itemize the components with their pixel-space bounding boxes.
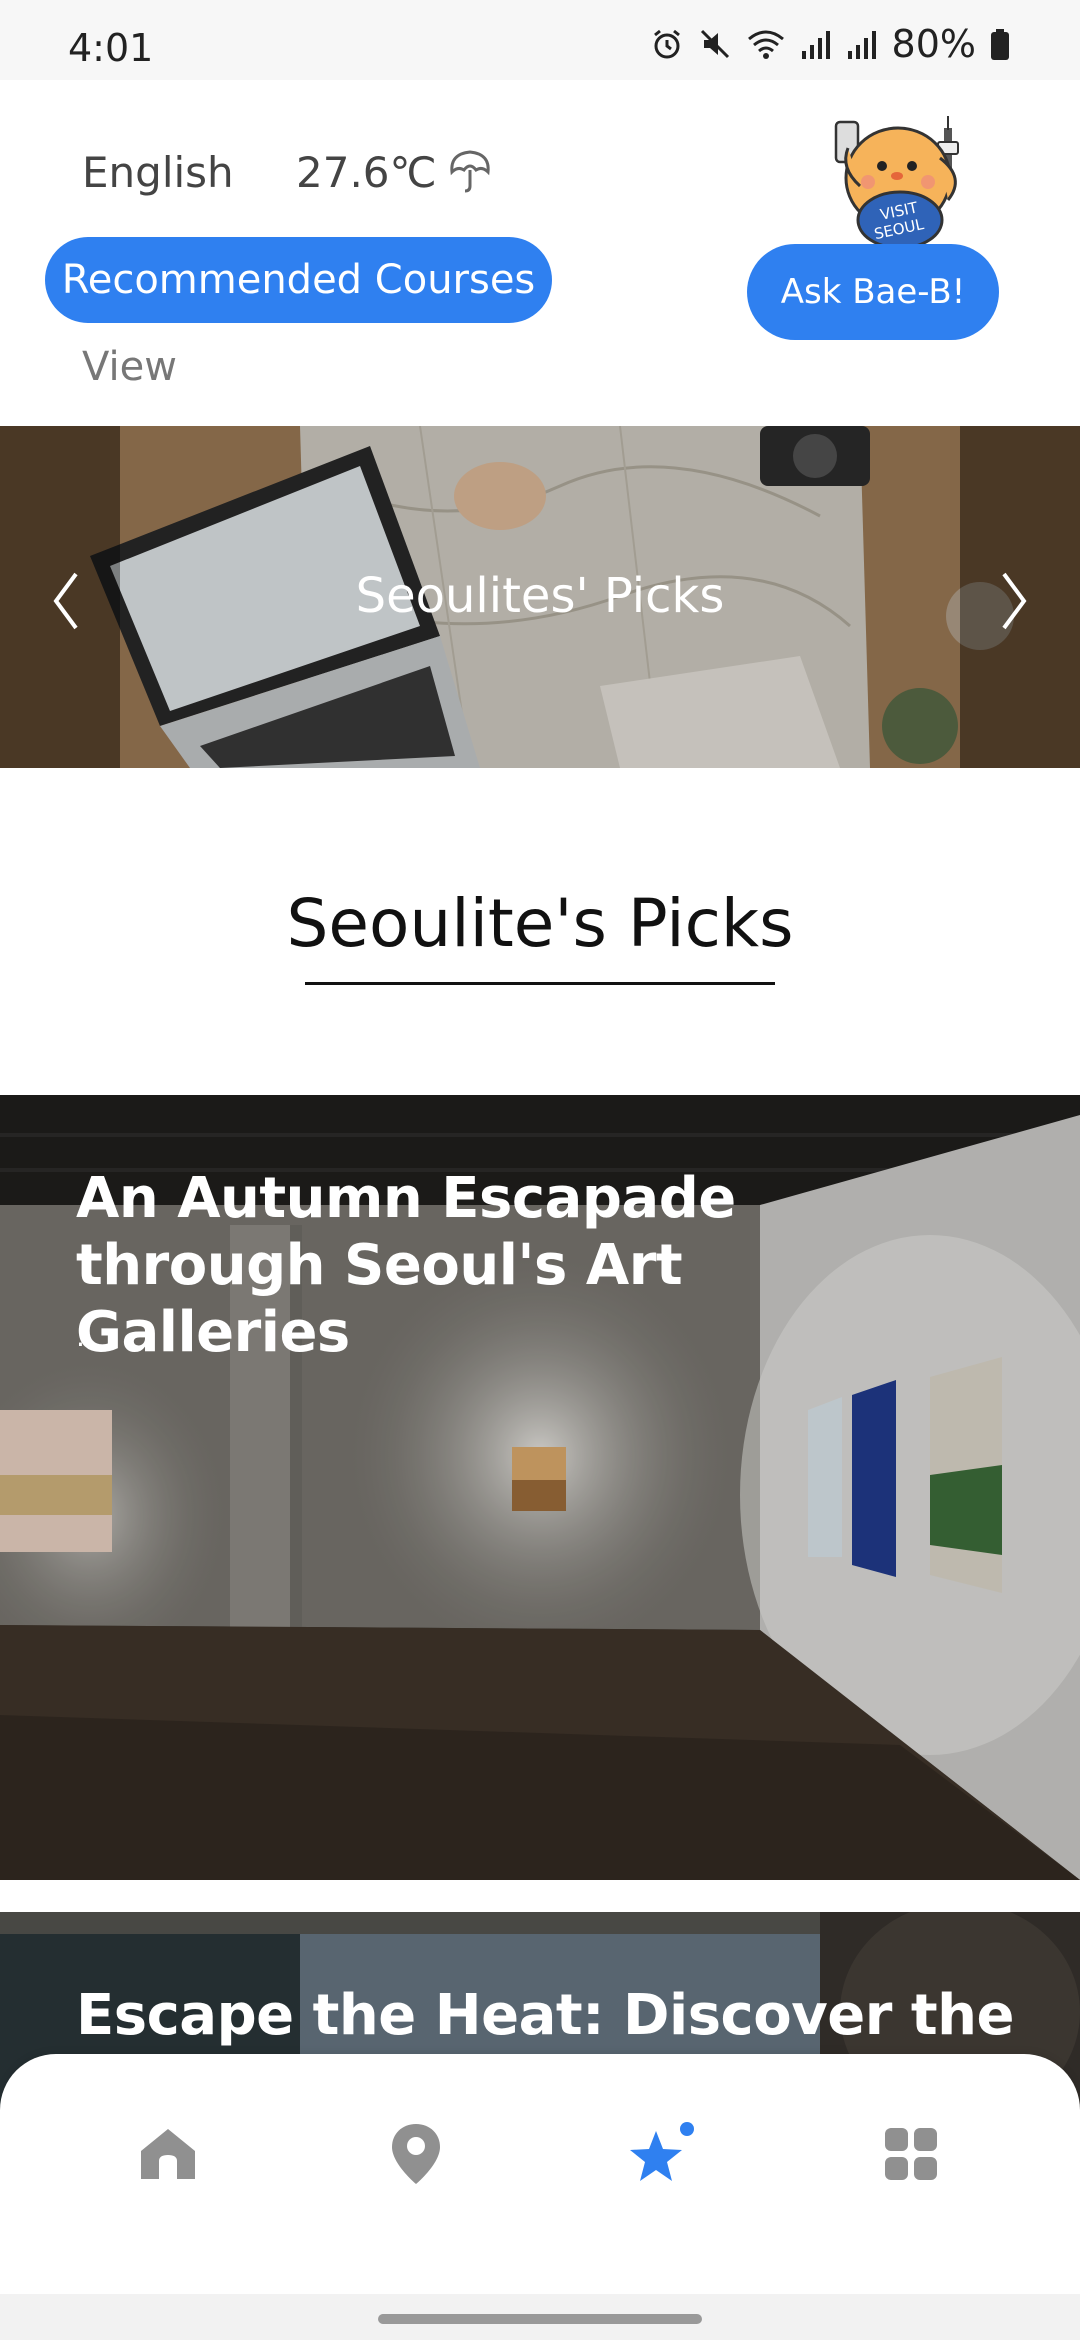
recommended-courses-button[interactable]: Recommended Courses: [45, 237, 552, 323]
language-selector[interactable]: English: [82, 148, 234, 197]
temperature: 27.6℃: [296, 148, 437, 197]
battery-percent: 80%: [891, 22, 976, 66]
signal-icon: [800, 27, 832, 61]
mute-icon: [698, 27, 732, 61]
nav-picks[interactable]: [622, 2116, 702, 2196]
ask-bae-b-button[interactable]: Ask Bae-B!: [747, 244, 999, 340]
section-underline: [305, 982, 775, 985]
home-icon: [137, 2125, 199, 2187]
banner-title: Seoulites' Picks: [355, 568, 725, 624]
banner-carousel[interactable]: Seoulites' Picks: [0, 426, 1080, 768]
card-title: Escape the Heat: Discover the: [76, 1983, 1014, 2048]
home-indicator[interactable]: [378, 2314, 702, 2324]
nav-map[interactable]: [376, 2116, 456, 2196]
course-card[interactable]: An Autumn Escapade through Seoul's Art G…: [0, 1095, 1080, 1880]
chevron-right-icon[interactable]: [994, 566, 1034, 636]
signal-icon: [846, 27, 878, 61]
battery-icon: [990, 27, 1010, 61]
alarm-icon: [650, 27, 684, 61]
bottom-nav: [0, 2054, 1080, 2294]
header: English 27.6℃ Recommended Courses View V…: [0, 80, 1080, 426]
view-link[interactable]: View: [82, 344, 177, 390]
grid-icon: [883, 2126, 939, 2186]
section-title: Seoulite's Picks: [286, 885, 794, 962]
status-time: 4:01: [68, 26, 154, 70]
star-icon: [625, 2119, 699, 2193]
status-icons: 80%: [650, 22, 1010, 66]
status-bar: 4:01 80%: [0, 0, 1080, 80]
card-title: An Autumn Escapade through Seoul's Art G…: [76, 1166, 736, 1365]
location-pin-icon: [390, 2122, 442, 2190]
nav-home[interactable]: [128, 2116, 208, 2196]
wifi-icon: [746, 27, 786, 61]
card-subtitle: .: [76, 1320, 85, 1353]
chevron-left-icon[interactable]: [46, 566, 86, 636]
umbrella-icon: [446, 148, 494, 198]
nav-more[interactable]: [871, 2116, 951, 2196]
